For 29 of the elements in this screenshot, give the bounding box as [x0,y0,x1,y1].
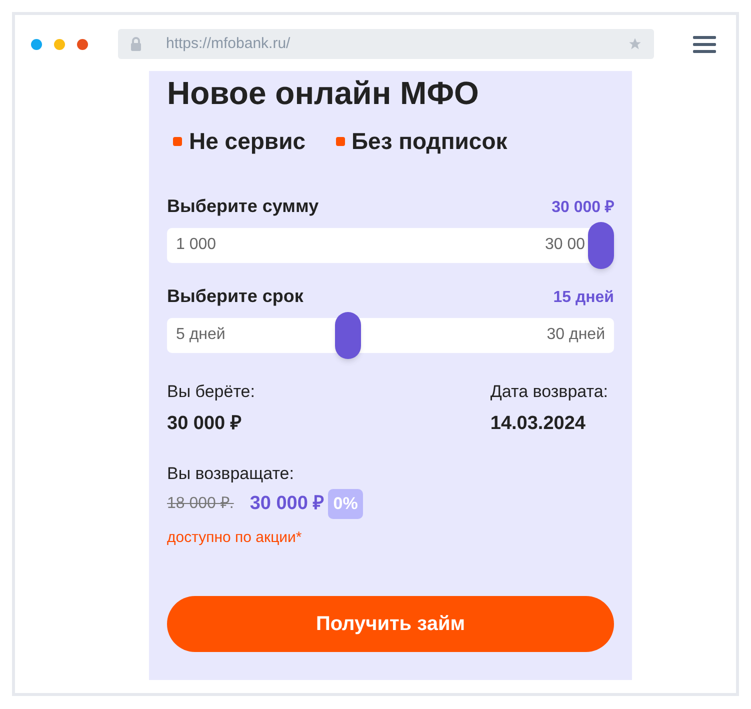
return-date: 14.03.2024 [490,412,586,436]
slider-thumb[interactable] [335,312,362,358]
take-value: 30 000 ₽ [167,412,242,436]
slider-max: 30 00 [544,235,585,255]
feature-text: Без подписок [352,127,508,156]
return-date-label: Дата возврата: [490,380,608,402]
menu-icon[interactable] [693,36,716,52]
lock-icon [130,37,142,51]
slider-max: 30 дней [546,325,605,345]
slider-value: 30 000 ₽ [552,198,614,218]
get-loan-button[interactable]: Получить займ [167,596,614,652]
old-price: 18 000 ₽. [167,494,234,514]
slider-min: 5 дней [176,325,226,345]
promo-note: доступно по акции* [167,528,303,548]
page-heading: Новое онлайн МФО [167,77,480,109]
new-price: 30 000 ₽ [250,492,324,516]
url-text: https://mfobank.ru/ [166,34,290,54]
feature-text: Не сервис [189,127,306,156]
slider-min: 1 000 [176,235,216,255]
slider-thumb[interactable] [588,222,614,268]
rate-badge: 0% [328,489,363,518]
slider-value: 15 дней [553,288,614,308]
star-icon[interactable] [628,37,642,51]
slider-label: Выберите сумму [167,194,319,218]
bullet-icon [173,136,182,146]
take-label: Вы берёте: [167,380,255,402]
bullet-icon [336,136,344,146]
slider-label: Выберите срок [167,284,304,308]
return-label: Вы возвращате: [167,462,295,484]
